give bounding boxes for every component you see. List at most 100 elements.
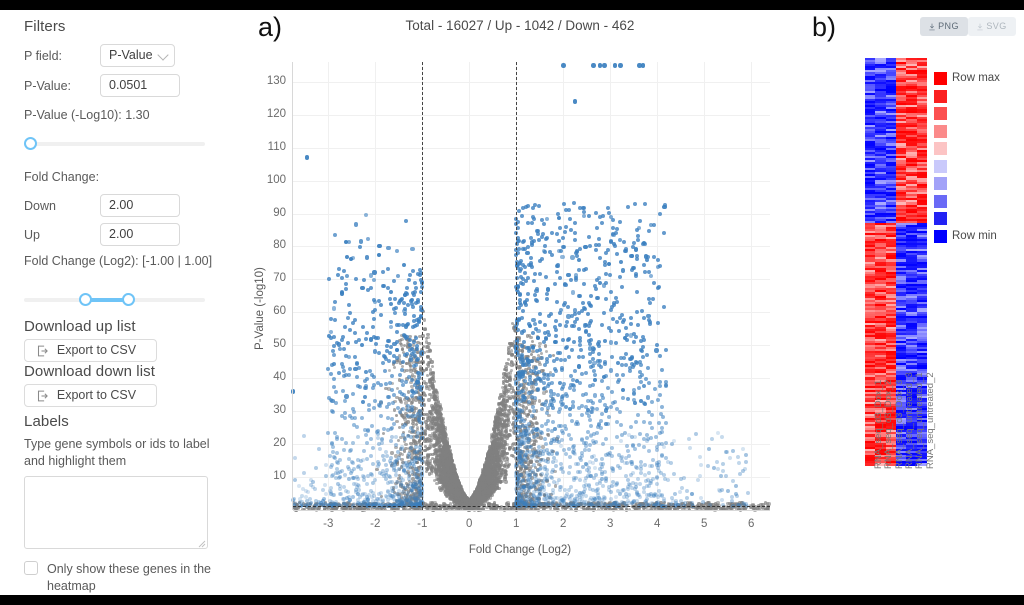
p-value-slider-track[interactable] bbox=[24, 142, 205, 146]
scatter-point bbox=[497, 479, 501, 484]
p-value-label: P-Value: bbox=[24, 79, 72, 93]
export-icon bbox=[37, 345, 48, 357]
p-field-select[interactable]: P-Value bbox=[100, 44, 175, 67]
scatter-point bbox=[488, 496, 493, 500]
volcano-plot-title: Total - 16027 / Up - 1042 / Down - 462 bbox=[405, 18, 635, 33]
scatter-point bbox=[430, 371, 435, 375]
scatter-point bbox=[428, 348, 432, 353]
fold-change-up-input[interactable]: 2.00 bbox=[100, 223, 180, 246]
labels-textarea[interactable] bbox=[24, 476, 208, 549]
scatter-point bbox=[431, 384, 435, 388]
scatter-point bbox=[500, 417, 504, 421]
scatter-point bbox=[425, 458, 430, 462]
scatter-point bbox=[430, 412, 434, 416]
scatter-point bbox=[437, 440, 442, 444]
p-field-label: P field: bbox=[24, 49, 62, 63]
download-up-heading: Download up list bbox=[24, 318, 136, 335]
scatter-point bbox=[508, 445, 512, 450]
scatter-point bbox=[427, 384, 431, 388]
scatter-point bbox=[501, 456, 505, 460]
scatter-point bbox=[432, 407, 436, 412]
download-down-heading: Download down list bbox=[24, 363, 156, 380]
scatter-point bbox=[505, 361, 509, 366]
only-show-genes-checkbox[interactable] bbox=[24, 561, 38, 575]
scatter-point bbox=[426, 354, 430, 359]
fold-change-slider-handle-high[interactable] bbox=[122, 293, 136, 306]
scatter-point bbox=[430, 360, 434, 364]
scatter-point bbox=[494, 450, 498, 454]
scatter-point bbox=[509, 343, 513, 348]
scatter-point bbox=[423, 318, 427, 322]
gridline-vertical bbox=[751, 62, 753, 510]
fold-change-log-readout: Fold Change (Log2): [-1.00 | 1.00] bbox=[24, 254, 213, 268]
filters-heading: Filters bbox=[24, 18, 66, 35]
p-value-slider-handle[interactable] bbox=[24, 137, 37, 150]
scatter-point bbox=[507, 383, 512, 387]
scatter-point bbox=[435, 469, 439, 473]
fold-change-label: Fold Change: bbox=[24, 170, 100, 184]
scatter-point bbox=[430, 404, 434, 408]
export-down-csv-label: Export to CSV bbox=[56, 388, 137, 402]
scatter-point bbox=[507, 411, 511, 415]
scatter-point bbox=[426, 418, 430, 423]
scatter-point bbox=[436, 478, 441, 482]
scatter-point bbox=[444, 433, 448, 437]
volcano-plot-canvas[interactable] bbox=[290, 62, 771, 512]
scatter-point bbox=[508, 397, 512, 401]
chevron-down-icon bbox=[157, 49, 169, 61]
scatter-point bbox=[425, 337, 429, 341]
p-field-select-value: P-Value bbox=[109, 48, 153, 62]
fold-change-slider-handle-low[interactable] bbox=[79, 293, 93, 306]
gridline-horizontal bbox=[293, 81, 770, 83]
gridline-horizontal bbox=[293, 312, 770, 314]
scatter-point bbox=[503, 462, 508, 467]
scatter-point bbox=[508, 433, 512, 438]
scatter-point bbox=[434, 459, 439, 463]
scatter-point bbox=[508, 376, 512, 380]
volcano-plot-panel: Total - 16027 / Up - 1042 / Down - 462 1… bbox=[240, 10, 800, 595]
app-root: Filters P field: P-Value P-Value: 0.0501… bbox=[0, 10, 1024, 595]
labels-heading: Labels bbox=[24, 413, 69, 430]
gridline-horizontal bbox=[293, 114, 770, 116]
scatter-point bbox=[506, 417, 511, 421]
scatter-point bbox=[504, 480, 508, 484]
scatter-point bbox=[507, 387, 511, 392]
scatter-point bbox=[502, 390, 506, 394]
scatter-point bbox=[434, 449, 438, 453]
gridline-horizontal bbox=[293, 147, 770, 149]
export-down-csv-button[interactable]: Export to CSV bbox=[24, 384, 157, 407]
resize-grip-icon bbox=[198, 540, 206, 548]
scatter-point bbox=[427, 398, 431, 402]
gridline-vertical bbox=[469, 62, 471, 510]
scatter-point bbox=[506, 348, 511, 352]
scatter-point bbox=[433, 436, 437, 440]
scatter-point bbox=[424, 438, 429, 442]
only-show-genes-label: Only show these genes in the heatmap bbox=[47, 562, 211, 593]
scatter-point bbox=[505, 436, 509, 440]
scatter-point bbox=[504, 426, 509, 430]
scatter-point bbox=[426, 454, 430, 458]
scatter-point bbox=[494, 476, 499, 480]
gridline-vertical bbox=[704, 62, 706, 510]
scatter-point bbox=[433, 417, 437, 421]
scatter-point bbox=[435, 391, 440, 395]
p-value-log-readout: P-Value (-Log10): 1.30 bbox=[24, 108, 150, 122]
fold-change-down-input[interactable]: 2.00 bbox=[100, 194, 180, 217]
scatter-point bbox=[502, 449, 506, 454]
scatter-point bbox=[423, 448, 427, 452]
export-up-csv-label: Export to CSV bbox=[56, 343, 137, 357]
scatter-point bbox=[428, 444, 432, 448]
fold-change-down-label: Down bbox=[24, 199, 56, 213]
scatter-point bbox=[427, 341, 431, 346]
scatter-point bbox=[425, 466, 429, 471]
fold-change-up-label: Up bbox=[24, 228, 40, 242]
p-value-input[interactable]: 0.0501 bbox=[100, 74, 180, 97]
scatter-point bbox=[494, 481, 498, 485]
gridline-horizontal bbox=[293, 180, 770, 182]
scatter-point bbox=[432, 390, 436, 395]
scatter-point bbox=[424, 367, 429, 371]
scatter-point bbox=[498, 458, 502, 462]
export-up-csv-button[interactable]: Export to CSV bbox=[24, 339, 157, 362]
scatter-point bbox=[510, 386, 514, 390]
scatter-point bbox=[426, 362, 430, 367]
